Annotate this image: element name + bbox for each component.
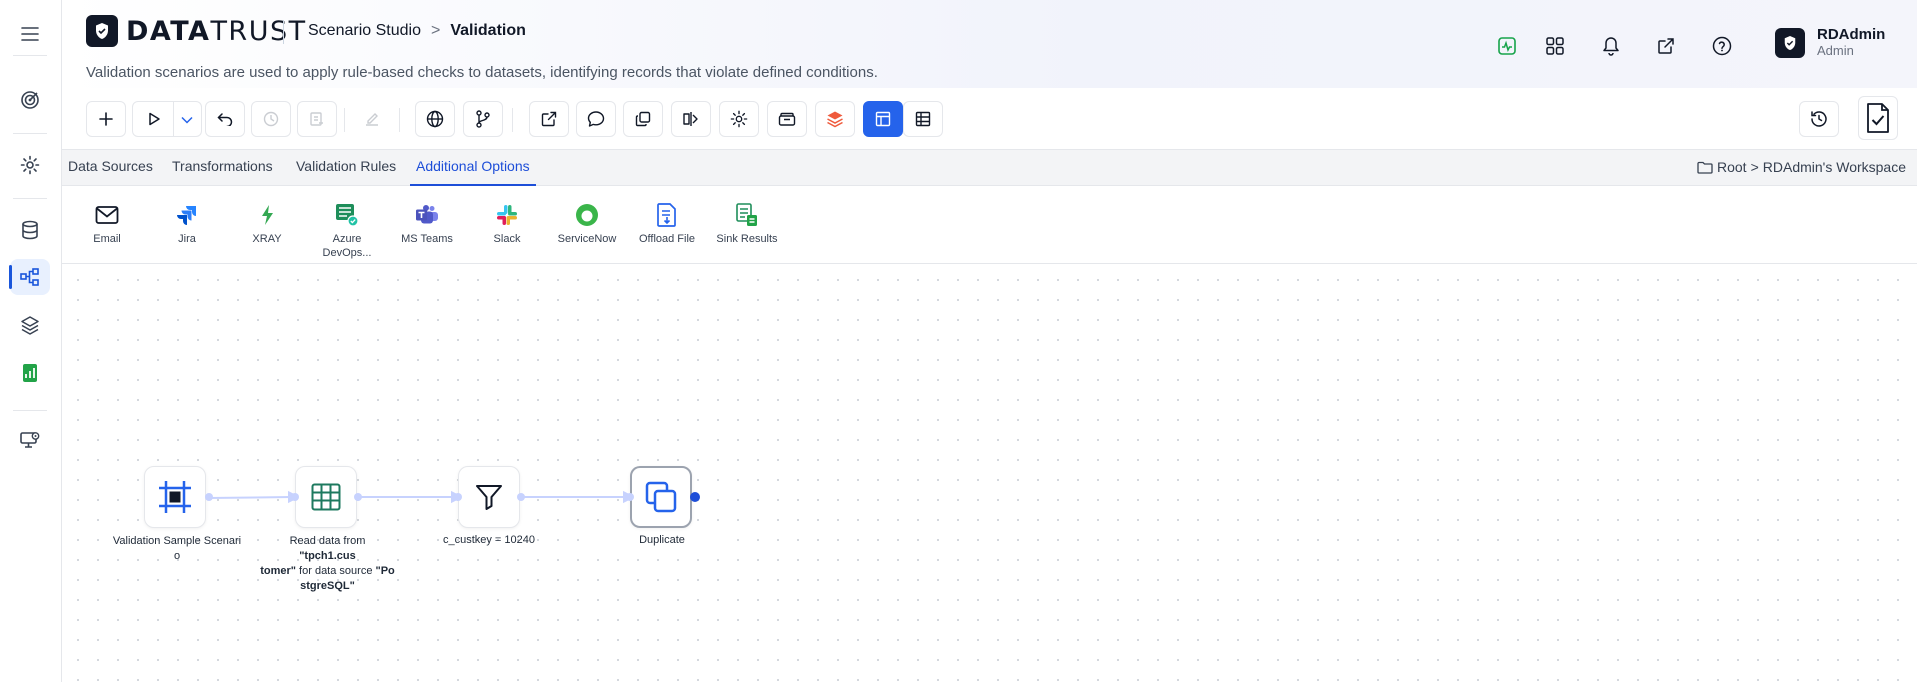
- flow-node-duplicate[interactable]: [630, 466, 692, 528]
- stack-button[interactable]: [815, 101, 855, 137]
- filter-icon: [476, 485, 502, 510]
- workspace-breadcrumb[interactable]: Root > RDAdmin's Workspace: [1697, 159, 1906, 175]
- toolbar: [62, 88, 1917, 150]
- configure-button[interactable]: [719, 101, 759, 137]
- option-xray[interactable]: XRAY: [232, 202, 302, 246]
- option-slack[interactable]: Slack: [472, 202, 542, 246]
- duplicate-icon: [645, 481, 677, 513]
- tab-transformations[interactable]: Transformations: [166, 150, 279, 186]
- shield-logo-icon: [86, 15, 118, 47]
- node-label-filter: c_custkey = 10240: [442, 534, 536, 546]
- chevron-down-icon: [181, 116, 193, 124]
- slack-icon: [494, 202, 520, 228]
- external-link-icon[interactable]: [1652, 32, 1680, 60]
- avatar: [1775, 28, 1805, 58]
- branch-button[interactable]: [463, 101, 503, 137]
- database-icon[interactable]: [10, 212, 50, 248]
- tab-bar: Data Sources Transformations Validation …: [62, 150, 1917, 186]
- workspace-name[interactable]: RDAdmin's Workspace: [1763, 159, 1906, 175]
- target-icon[interactable]: [10, 82, 50, 118]
- app-root: DATATRUST Scenario Studio > Validation V…: [0, 0, 1917, 682]
- tab-additional-options[interactable]: Additional Options: [410, 150, 536, 186]
- servicenow-icon: [574, 202, 600, 228]
- validate-button[interactable]: [1858, 96, 1898, 140]
- tab-data-sources[interactable]: Data Sources: [62, 150, 159, 186]
- add-button[interactable]: [86, 101, 126, 137]
- teams-icon: [414, 202, 440, 228]
- play-icon: [149, 112, 160, 126]
- history-button[interactable]: [251, 101, 291, 137]
- layers-icon[interactable]: [10, 307, 50, 343]
- help-icon[interactable]: [1708, 32, 1736, 60]
- logo-wordmark: DATATRUST: [126, 15, 307, 47]
- header: DATATRUST Scenario Studio > Validation V…: [62, 0, 1917, 88]
- comment-button[interactable]: [576, 101, 616, 137]
- run-button[interactable]: [132, 101, 202, 137]
- edge-start-read: [207, 496, 293, 499]
- version-history-button[interactable]: [1799, 101, 1839, 137]
- document-list-button[interactable]: [297, 101, 337, 137]
- option-jira[interactable]: Jira: [152, 202, 222, 246]
- copy-button[interactable]: [623, 101, 663, 137]
- sink-results-icon: [734, 202, 760, 228]
- globe-button[interactable]: [415, 101, 455, 137]
- option-servicenow[interactable]: ServiceNow: [552, 202, 622, 246]
- flow-node-filter[interactable]: [458, 466, 520, 528]
- user-role: Admin: [1817, 43, 1854, 58]
- table-icon: [311, 483, 341, 511]
- export-button[interactable]: [529, 101, 569, 137]
- node-label-duplicate: Duplicate: [639, 534, 685, 546]
- undo-button[interactable]: [205, 101, 245, 137]
- node-label-scenario: Validation Sample Scenari o: [112, 535, 242, 562]
- mail-icon: [94, 202, 120, 228]
- left-rail: [0, 0, 62, 682]
- settings-icon[interactable]: [10, 147, 50, 183]
- edit-button[interactable]: [352, 101, 392, 137]
- additional-options-panel: Email Jira XRAY AzureDevOps... MS Teams: [62, 186, 1917, 264]
- option-azure-devops[interactable]: Azure DevOps...: [312, 202, 382, 260]
- workspace-root[interactable]: Root: [1717, 159, 1747, 175]
- flow-node-scenario[interactable]: [144, 466, 206, 528]
- offload-file-icon: [654, 202, 680, 228]
- report-icon[interactable]: [10, 355, 50, 391]
- folder-icon: [1697, 161, 1713, 174]
- activity-icon[interactable]: [1493, 32, 1521, 60]
- page-title: Validation: [450, 22, 526, 39]
- user-menu[interactable]: RDAdmin Admin: [1775, 27, 1885, 59]
- compare-button[interactable]: [671, 101, 711, 137]
- breadcrumb-parent[interactable]: Scenario Studio: [308, 22, 421, 40]
- monitor-settings-icon[interactable]: [10, 422, 50, 458]
- logo: DATATRUST: [86, 15, 307, 47]
- apps-grid-icon[interactable]: [1541, 32, 1569, 60]
- workflow-icon[interactable]: [9, 259, 50, 295]
- flow-canvas[interactable]: Validation Sample Scenari o Read data fro…: [62, 264, 1917, 682]
- breadcrumb: Scenario Studio > Validation: [308, 22, 526, 40]
- page-subtitle: Validation scenarios are used to apply r…: [86, 64, 878, 81]
- tab-validation-rules[interactable]: Validation Rules: [290, 150, 402, 186]
- breadcrumb-separator: >: [430, 22, 441, 39]
- option-sink-results[interactable]: Sink Results: [712, 202, 782, 246]
- layout-view-button[interactable]: [863, 101, 903, 137]
- option-email[interactable]: Email: [72, 202, 142, 246]
- jira-icon: [174, 202, 200, 228]
- xray-icon: [254, 202, 280, 228]
- user-name: RDAdmin: [1817, 26, 1886, 43]
- flow-node-read[interactable]: [295, 466, 357, 528]
- option-offload-file[interactable]: Offload File: [632, 202, 702, 246]
- bell-icon[interactable]: [1597, 32, 1625, 60]
- menu-icon[interactable]: [10, 16, 50, 52]
- frame-icon: [159, 481, 191, 513]
- table-view-button[interactable]: [903, 101, 943, 137]
- option-ms-teams[interactable]: MS Teams: [392, 202, 462, 246]
- azure-devops-icon: [334, 202, 360, 228]
- archive-button[interactable]: [767, 101, 807, 137]
- node-label-read: Read data from "tpch1.cus tomer" for data…: [260, 535, 395, 592]
